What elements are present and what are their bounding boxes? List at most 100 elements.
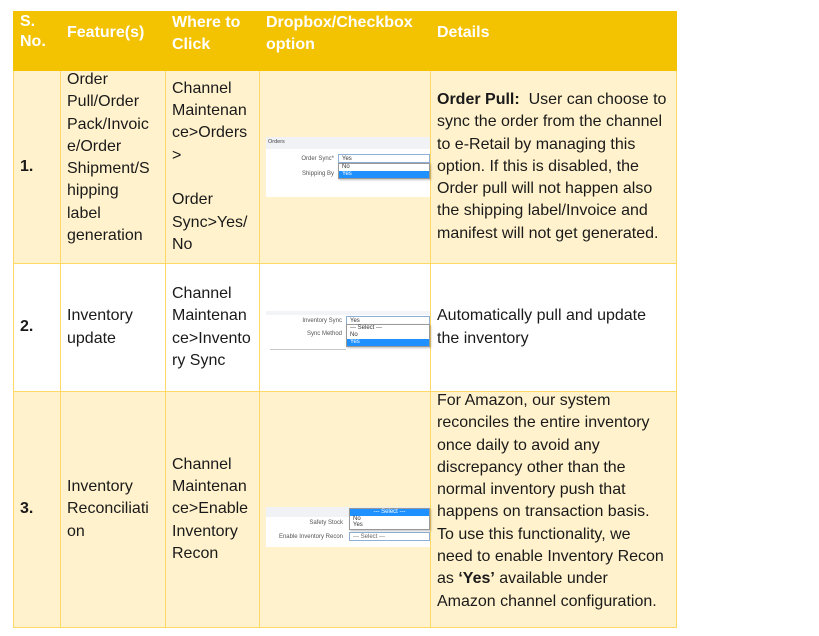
- dropdown-option[interactable]: Yes: [350, 522, 429, 529]
- text-line: Recon: [172, 544, 219, 562]
- text-line: generation: [67, 227, 143, 245]
- dropdown-option-selected[interactable]: --- Select ---: [350, 508, 429, 516]
- header-details-label: Details: [437, 24, 490, 41]
- row-where-to-click: Channel Maintenan ce>Enable Inventory Recon: [165, 391, 260, 628]
- header-dropdown-line2: option: [266, 36, 315, 53]
- text-line: Inventory: [172, 522, 238, 540]
- table-row: 1. Order Pull/Order Pack/Invoic e/Order Ship…: [13, 69, 677, 264]
- order-sync-select[interactable]: Yes: [338, 154, 430, 163]
- header-where: Where to Click: [165, 11, 260, 71]
- section-bar: [266, 137, 430, 149]
- dropdown-option-selected[interactable]: Yes: [347, 338, 429, 346]
- text-line: e/Order: [67, 137, 122, 155]
- text-line: ry Sync: [172, 351, 226, 369]
- details-body: For Amazon, our system reconciles the en…: [437, 392, 664, 588]
- text-line: Inventory: [67, 307, 133, 325]
- text-line: update: [67, 329, 116, 347]
- section-title: Orders: [268, 139, 285, 145]
- inventory-recon-select[interactable]: --- Select ---: [349, 531, 430, 541]
- header-where-line1: Where to: [172, 14, 241, 31]
- dropdown-option[interactable]: --- Select ---: [347, 325, 429, 332]
- dropdown-option[interactable]: No: [339, 164, 429, 171]
- row-dropdown-screenshot: Inventory Sync Yes Sync Method --- Selec…: [259, 263, 431, 392]
- header-where-line2: Click: [172, 36, 211, 53]
- text-line: >: [172, 146, 182, 164]
- text-line: Reconciliati: [67, 500, 149, 518]
- header-dropdown: Dropbox/Checkbox option: [259, 11, 431, 71]
- details-bold-lead: Order Pull:: [437, 90, 520, 108]
- header-row: S. No. Feature(s) Where to Click Dropbox…: [13, 11, 677, 71]
- details-text: Order Pull: User can choose to sync the …: [437, 89, 670, 245]
- inventory-sync-dropdown[interactable]: --- Select --- No Yes: [346, 323, 430, 347]
- text-line: Order: [172, 191, 213, 209]
- row-feature: Order Pull/Order Pack/Invoic e/Order Shipmen…: [60, 69, 166, 264]
- where-text: Channel Maintenan ce>Invento ry Sync: [172, 283, 253, 372]
- details-bold: ‘Yes’: [458, 570, 495, 588]
- where-text: Channel Maintenan ce>Enable Inventory Recon: [172, 454, 253, 565]
- text-line: Pull/Order: [67, 93, 140, 111]
- text-line: Maintenan: [172, 478, 247, 496]
- row-where-to-click: Channel Maintenan ce>Invento ry Sync: [165, 263, 260, 392]
- dropdown-option-selected[interactable]: Yes: [339, 171, 429, 178]
- inventory-recon-screenshot: Safety Stock Enable Inventory Recon --- …: [266, 506, 430, 547]
- feature-text: Inventory update: [67, 305, 159, 350]
- feature-text: Order Pull/Order Pack/Invoic e/Order Shipmen…: [67, 69, 159, 247]
- order-sync-dropdown[interactable]: No Yes: [338, 163, 430, 179]
- field-label: Order Sync*: [301, 156, 334, 162]
- text-line: Channel: [172, 79, 232, 97]
- row-dropdown-screenshot: Orders Order Sync* Yes Shipping By No Ye…: [259, 70, 431, 264]
- field-label: Sync Method: [306, 330, 342, 337]
- features-table: S. No. Feature(s) Where to Click Dropbox…: [13, 11, 677, 628]
- inventory-sync-screenshot: Inventory Sync Yes Sync Method --- Selec…: [266, 310, 430, 351]
- header-dropdown-line1: Dropbox/Checkbox: [266, 14, 413, 31]
- row-where-to-click: Channel Maintenan ce>Orders > Order Sync>Yes…: [165, 70, 260, 264]
- field-label: Safety Stock: [309, 519, 343, 526]
- text-line: Channel: [172, 455, 232, 473]
- text-line: ce>Enable: [172, 500, 249, 518]
- text-line: label: [67, 204, 101, 222]
- header-sno-line1: S.: [20, 13, 36, 30]
- table-row: 3. Inventory Reconciliati on Channel Mainte…: [13, 390, 677, 628]
- row-details: Order Pull: User can choose to sync the …: [430, 70, 677, 264]
- text-line: Order: [67, 71, 108, 88]
- faint-divider: [270, 348, 346, 350]
- text-line: Shipment/S: [67, 160, 150, 178]
- row-feature: Inventory Reconciliati on: [60, 391, 166, 628]
- field-label: Enable Inventory Recon: [278, 533, 343, 540]
- text-line: ce>Invento: [172, 329, 251, 347]
- text-line: Sync>Yes/: [172, 213, 248, 231]
- text-line: ce>Orders: [172, 124, 248, 142]
- field-label: Shipping By: [301, 171, 334, 177]
- row-feature: Inventory update: [60, 263, 166, 392]
- text-line: No: [172, 235, 193, 253]
- header-sno: S. No.: [13, 11, 61, 71]
- row-sno: 1.: [13, 70, 61, 264]
- table-row: 2. Inventory update Channel Maintenan ce>In…: [13, 263, 677, 392]
- header-sno-line2: No.: [20, 33, 46, 50]
- where-text: Channel Maintenan ce>Orders > Order Sync>Yes…: [172, 78, 253, 256]
- row-details: For Amazon, our system reconciles the en…: [430, 390, 677, 628]
- details-text: For Amazon, our system reconciles the en…: [437, 390, 670, 613]
- feature-text: Inventory Reconciliati on: [67, 476, 159, 543]
- row-sno: 3.: [13, 391, 61, 628]
- dropdown-option[interactable]: No: [347, 332, 429, 339]
- text-line: Maintenan: [172, 307, 247, 325]
- section-bar: [266, 310, 430, 315]
- text-line: on: [67, 522, 85, 540]
- details-body: User can choose to sync the order from t…: [437, 90, 671, 242]
- text-line: Pack/Invoic: [67, 115, 149, 133]
- inventory-recon-dropdown[interactable]: --- Select --- No Yes: [349, 507, 430, 530]
- text-line: Maintenan: [172, 102, 247, 120]
- text-line: hipping: [67, 182, 119, 200]
- header-details: Details: [430, 11, 677, 71]
- header-feature-label: Feature(s): [67, 24, 145, 41]
- text-line: Channel: [172, 284, 232, 302]
- text-line: Inventory: [67, 478, 133, 496]
- row-details: Automatically pull and update the invent…: [430, 263, 677, 392]
- field-label: Inventory Sync: [302, 317, 342, 324]
- text-line: [172, 167, 253, 189]
- details-text: Automatically pull and update the invent…: [437, 307, 647, 347]
- row-sno: 2.: [13, 263, 61, 392]
- header-feature: Feature(s): [60, 11, 166, 71]
- row-dropdown-screenshot: Safety Stock Enable Inventory Recon --- …: [259, 391, 431, 628]
